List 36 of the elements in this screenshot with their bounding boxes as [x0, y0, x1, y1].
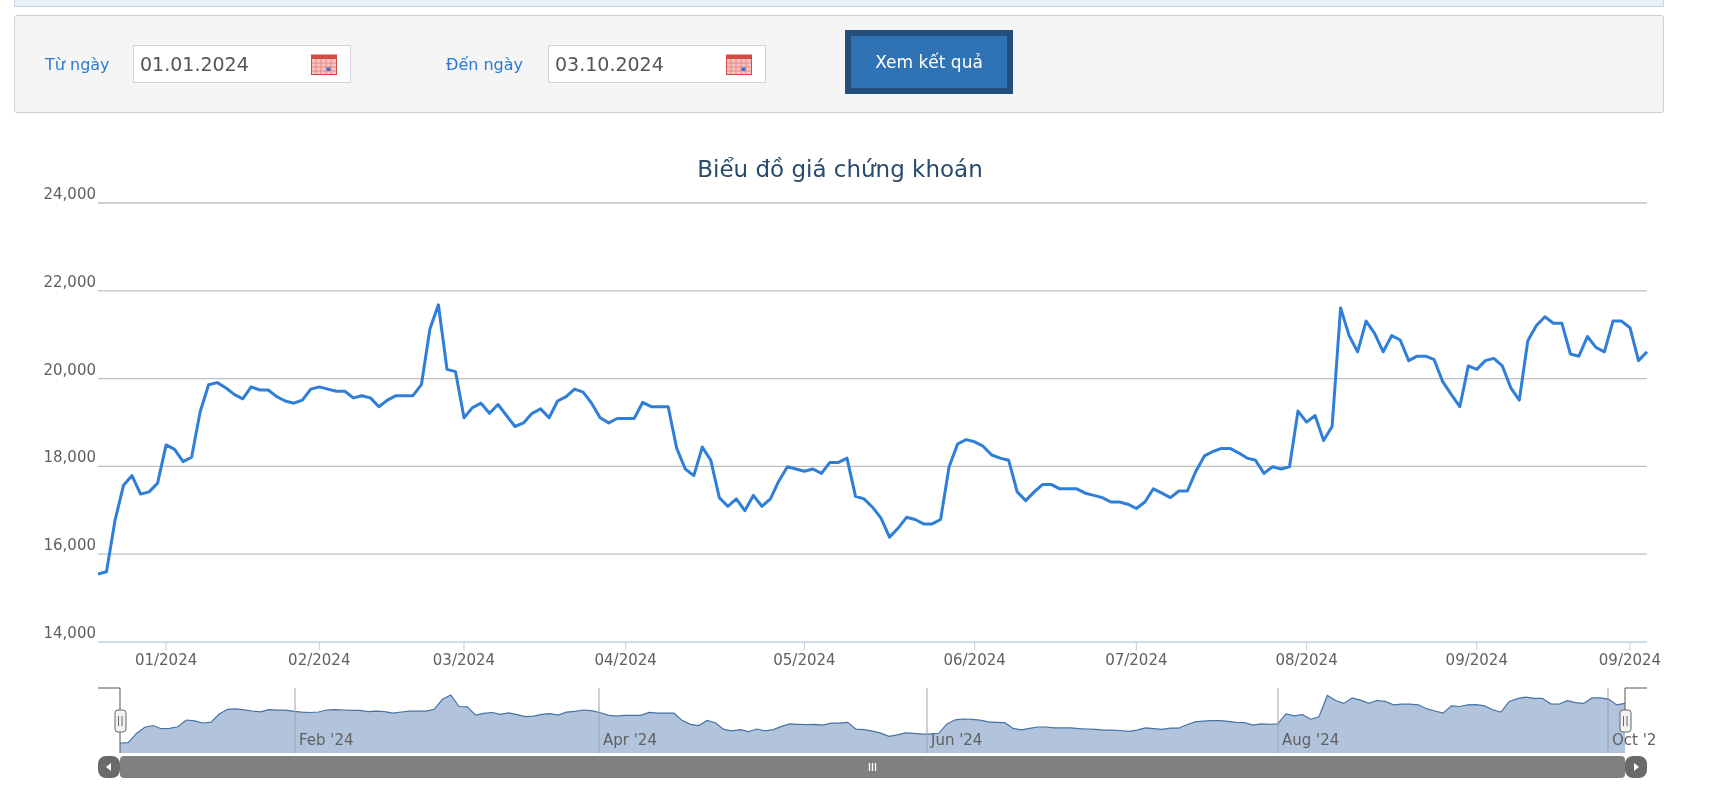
to-date-field[interactable]: 03.10.2024	[548, 45, 766, 83]
from-date-label: Từ ngày	[45, 54, 111, 74]
axis-label: 08/2024	[1275, 651, 1338, 669]
axis-label: 09/2024	[1598, 651, 1662, 669]
navigator-label: Aug '24	[1282, 731, 1340, 749]
axis-label: 20,000	[43, 360, 96, 379]
navigator-handle[interactable]	[114, 709, 127, 733]
axis-label: 05/2024	[773, 651, 836, 669]
view-results-button[interactable]: Xem kết quả	[845, 30, 1013, 94]
axis-label: 16,000	[43, 536, 96, 555]
axis-label: 06/2024	[943, 651, 1006, 669]
navigator-handle[interactable]	[1619, 709, 1632, 733]
scroll-right-button[interactable]	[1625, 756, 1647, 778]
axis-label: 24,000	[43, 185, 96, 203]
axis-label: 09/2024	[1445, 651, 1508, 669]
navigator-label: Feb '24	[299, 731, 354, 749]
axis-label: 01/2024	[134, 651, 198, 669]
axis-label: 02/2024	[288, 651, 351, 669]
from-date-field[interactable]: 01.01.2024	[133, 45, 351, 83]
axis-label: 04/2024	[594, 651, 657, 669]
axis-label: 03/2024	[432, 651, 496, 669]
scrollbar-thumb[interactable]	[120, 756, 1625, 778]
calendar-icon[interactable]	[311, 53, 337, 75]
axis-label: 14,000	[43, 624, 96, 642]
navigator-label: Oct '2	[1612, 731, 1657, 749]
navigator-outline	[1624, 687, 1648, 711]
navigator-label: Jun '24	[931, 731, 983, 749]
calendar-icon[interactable]	[726, 53, 752, 75]
to-date-label: Đến ngày	[446, 54, 525, 74]
axis-label: 22,000	[43, 272, 96, 291]
scroll-left-button[interactable]	[98, 756, 120, 778]
navigator-label: Apr '24	[603, 731, 657, 749]
chart-title: Biểu đồ giá chứng khoán	[697, 156, 983, 182]
axis-label: 18,000	[43, 448, 96, 467]
navigator-outline	[97, 687, 121, 754]
axis-label: 07/2024	[1105, 651, 1168, 669]
